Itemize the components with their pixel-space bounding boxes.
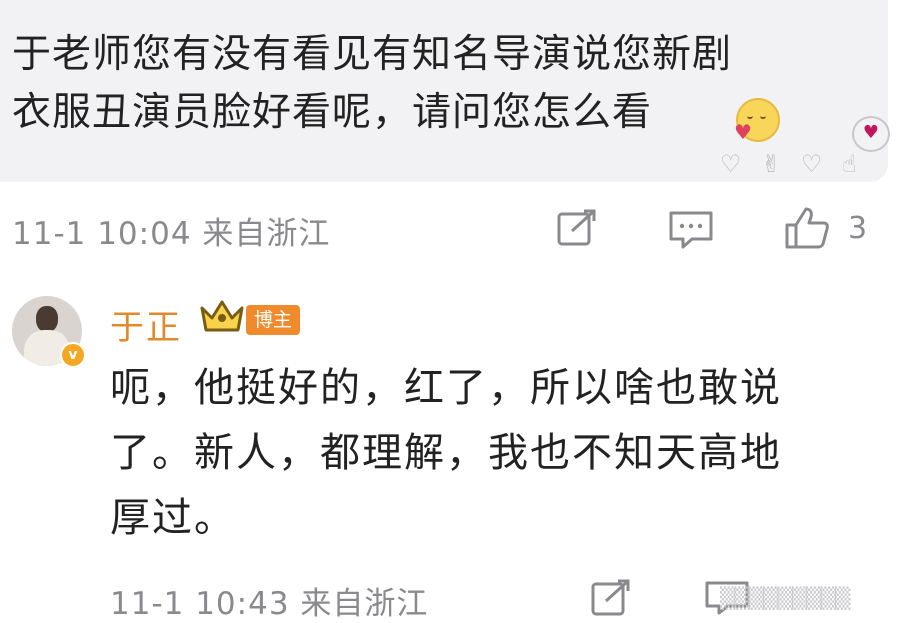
reply-line-1: 呃，他挺好的，红了，所以啥也敢说 (110, 365, 782, 411)
username[interactable]: 于正 (110, 300, 182, 349)
reply-line-3: 厚过。 (110, 495, 236, 541)
like-count: 3 (848, 211, 868, 246)
watermark: ▒▒▒▒▒▒▒▒▒ (720, 586, 850, 610)
reply-share-icon[interactable] (590, 578, 634, 618)
reply-line-2: 了。新人，都理解，我也不知天高地 (110, 430, 782, 476)
comment-line-2: 衣服丑演员脸好看呢，请问您怎么看 (12, 90, 653, 135)
reply-meta: 11-1 10:43 来自浙江 (110, 578, 428, 623)
comment-meta: 11-1 10:04 来自浙江 (12, 208, 330, 253)
comment-line-1: 于老师您有没有看见有知名导演说您新剧 (12, 32, 733, 77)
host-badge: 博主 (246, 305, 301, 335)
comment-time: 11-1 10:04 (12, 216, 192, 252)
verified-badge-icon: v (60, 342, 86, 368)
reply-location: 来自浙江 (300, 586, 429, 622)
comment-text: 于老师您有没有看见有知名导演说您新剧 衣服丑演员脸好看呢，请问您怎么看 (12, 26, 732, 142)
comment-icon[interactable] (668, 210, 714, 250)
heart-sticker-icon: ♥ (852, 116, 890, 152)
crown-icon (198, 296, 246, 340)
thumbs-up-icon[interactable] (784, 206, 830, 250)
reply-time: 11-1 10:43 (110, 586, 290, 622)
comment-bubble: 于老师您有没有看见有知名导演说您新剧 衣服丑演员脸好看呢，请问您怎么看 ♥ ♥ … (0, 0, 890, 182)
hand-gesture-icons: ♡ ✌ ♡ ☝ (720, 150, 863, 178)
reply-text: 呃，他挺好的，红了，所以啥也敢说 了。新人，都理解，我也不知天高地 厚过。 (110, 356, 850, 551)
share-icon[interactable] (556, 208, 600, 248)
blush-emoji-icon: ♥ (734, 98, 780, 144)
comment-location: 来自浙江 (202, 216, 331, 252)
